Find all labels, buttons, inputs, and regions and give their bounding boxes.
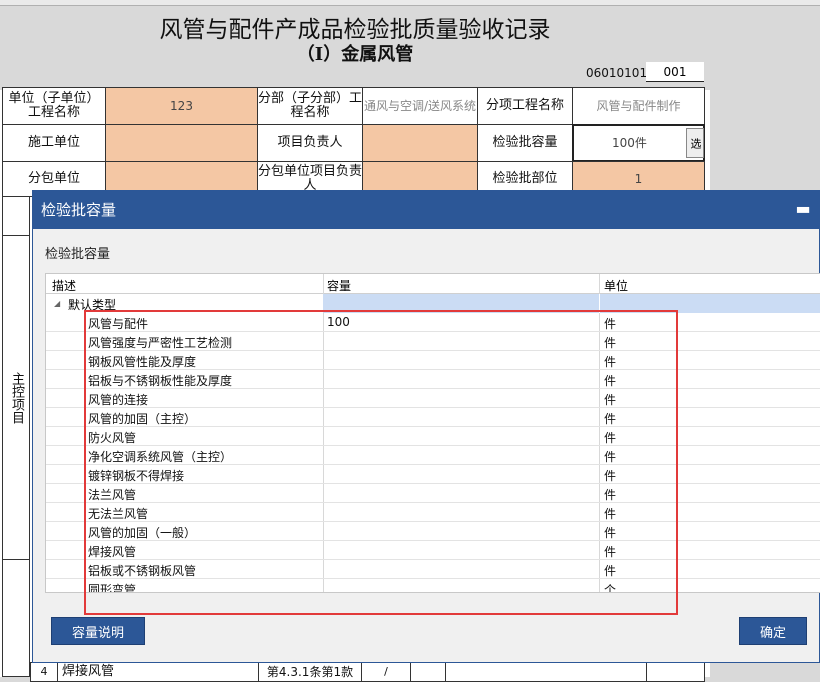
col-header-unit[interactable]: 单位: [604, 277, 628, 294]
bottom-row-index: 4: [30, 662, 58, 682]
subitem-label: 分项工程名称: [477, 87, 573, 125]
dialog-section-label: 检验批容量: [45, 247, 111, 262]
sheet-row-stub-2: [2, 559, 30, 677]
col-header-capacity[interactable]: 容量: [327, 277, 351, 294]
bottom-row-name: 焊接风管: [57, 662, 259, 682]
contractor-label: 施工单位: [2, 124, 106, 162]
main-control-label: 主控项目: [2, 235, 30, 560]
pm-value[interactable]: [362, 124, 478, 162]
capacity-select-button[interactable]: 选: [686, 128, 704, 158]
dialog-title: 检验批容量: [33, 191, 820, 229]
minimize-icon[interactable]: ▬: [793, 191, 813, 229]
col-header-desc[interactable]: 描述: [52, 277, 76, 294]
page-subtitle: （I）金属风管: [296, 44, 414, 65]
grid-header: 描述 容量 单位: [46, 274, 820, 294]
unit-label: 单位（子单位）工程名称: [2, 87, 106, 125]
subitem-value[interactable]: 风管与配件制作: [572, 87, 705, 125]
page-title: 风管与配件产成品检验批质量验收记录: [159, 17, 551, 43]
form-code-value[interactable]: 001: [646, 62, 704, 82]
capacity-label: 检验批容量: [477, 124, 573, 162]
bottom-row-mark: /: [361, 662, 411, 682]
bottom-row-cell: [646, 662, 705, 682]
bottom-row-cell: [410, 662, 446, 682]
division-value[interactable]: 通风与空调/送风系统: [362, 87, 478, 125]
capacity-help-button[interactable]: 容量说明: [51, 617, 145, 645]
bottom-row-cell: [445, 662, 647, 682]
sheet-row-stub: [2, 196, 30, 236]
column-header-strip: [0, 0, 820, 6]
unit-value[interactable]: 123: [105, 87, 258, 125]
ok-button[interactable]: 确定: [739, 617, 807, 645]
collapse-triangle-icon[interactable]: ◢: [54, 299, 60, 308]
contractor-value[interactable]: [105, 124, 258, 162]
highlight-box: [84, 310, 678, 615]
form-code: 06010101: [586, 66, 648, 80]
division-label: 分部（子分部）工程名称: [257, 87, 363, 125]
pm-label: 项目负责人: [257, 124, 363, 162]
bottom-row-clause: 第4.3.1条第1款: [258, 662, 362, 682]
